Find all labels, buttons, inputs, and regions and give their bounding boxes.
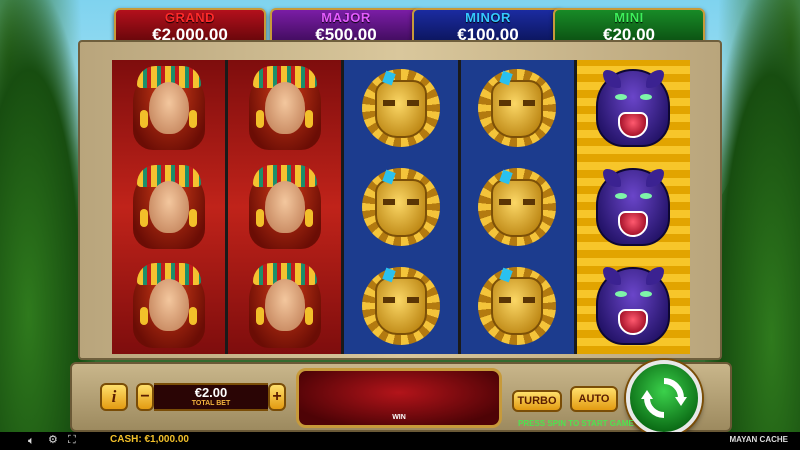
princess-symbol: [112, 60, 225, 157]
gold-mask-symbol: [344, 159, 457, 256]
purple-panther-symbol: [577, 257, 690, 354]
princess-symbol: [228, 60, 341, 157]
cash-label: CASH:: [110, 434, 142, 445]
jackpot-grand-label: GRAND: [164, 10, 216, 25]
info-button[interactable]: i: [100, 383, 128, 411]
settings-icon[interactable]: ⚙: [48, 433, 58, 446]
reel-1: [112, 60, 226, 354]
status-bar: 🔈︎ ⚙ ⛶ CASH: €1,000.00 MAYAN CACHE: [0, 432, 800, 450]
purple-panther-symbol: [577, 159, 690, 256]
game-title: MAYAN CACHE: [729, 435, 788, 444]
sound-icon[interactable]: 🔈︎: [28, 434, 35, 448]
spin-arrows-icon: [641, 378, 687, 418]
total-bet-display: €2.00 TOTAL BET: [154, 383, 268, 411]
spin-button[interactable]: [626, 360, 702, 436]
princess-symbol: [112, 257, 225, 354]
purple-panther-symbol: [577, 60, 690, 157]
total-bet-label: TOTAL BET: [191, 400, 231, 407]
increase-bet-button[interactable]: +: [268, 383, 286, 411]
gold-mask-symbol: [461, 257, 574, 354]
autoplay-button[interactable]: AUTO: [570, 386, 618, 412]
reel-5: [576, 60, 691, 354]
reel-2: [228, 60, 342, 354]
total-bet-value: €2.00: [194, 385, 228, 400]
reel-3: [344, 60, 458, 354]
cash-balance: CASH: €1,000.00: [110, 434, 189, 445]
fullscreen-icon[interactable]: ⛶: [68, 433, 76, 447]
gold-mask-symbol: [461, 159, 574, 256]
spin-hint-text: PRESS SPIN TO START GAME: [518, 419, 634, 428]
jackpot-minor-label: MINOR: [465, 10, 511, 25]
princess-symbol: [112, 159, 225, 256]
win-label: WIN: [392, 414, 406, 421]
decrease-bet-button[interactable]: −: [136, 383, 154, 411]
reel-grid: [112, 60, 691, 354]
princess-symbol: [228, 257, 341, 354]
cash-value: €1,000.00: [144, 434, 189, 445]
gold-mask-symbol: [344, 60, 457, 157]
win-display: WIN: [296, 368, 502, 428]
jackpot-major-label: MAJOR: [321, 10, 371, 25]
reel-4: [460, 60, 574, 354]
jackpot-mini-label: MINI: [614, 10, 644, 25]
gold-mask-symbol: [461, 60, 574, 157]
gold-mask-symbol: [344, 257, 457, 354]
turbo-button[interactable]: TURBO: [512, 390, 562, 412]
princess-symbol: [228, 159, 341, 256]
